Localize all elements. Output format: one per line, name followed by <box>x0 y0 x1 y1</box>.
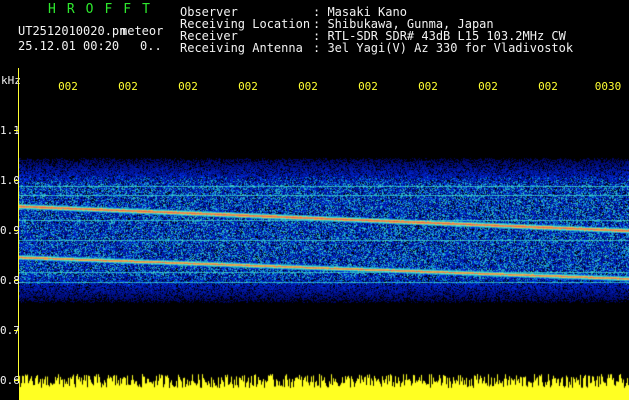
value-antenna: : 3el Yagi(V) Az 330 for Vladivostok <box>313 41 574 55</box>
meteor-label: meteor <box>120 24 164 38</box>
meteor-count: 0.. <box>140 39 162 53</box>
filename: UT2512010020.pn <box>18 24 127 38</box>
time-tick: 002 <box>118 80 138 93</box>
time-tick: 002 <box>418 80 438 93</box>
time-tick: 002 <box>58 80 78 93</box>
time-tick: 002 <box>358 80 378 93</box>
hrofft-logo: HROFFT <box>48 2 161 17</box>
time-tick: 002 <box>298 80 318 93</box>
time-tick: 0030 <box>594 80 622 93</box>
time-tick: 002 <box>538 80 558 93</box>
label-antenna: Receiving Antenna <box>180 41 303 55</box>
time-tick: 002 <box>238 80 258 93</box>
datetime: 25.12.01 00:20 <box>18 39 120 53</box>
time-tick: 002 <box>178 80 198 93</box>
time-tick: 002 <box>478 80 498 93</box>
spectrogram <box>19 100 629 400</box>
